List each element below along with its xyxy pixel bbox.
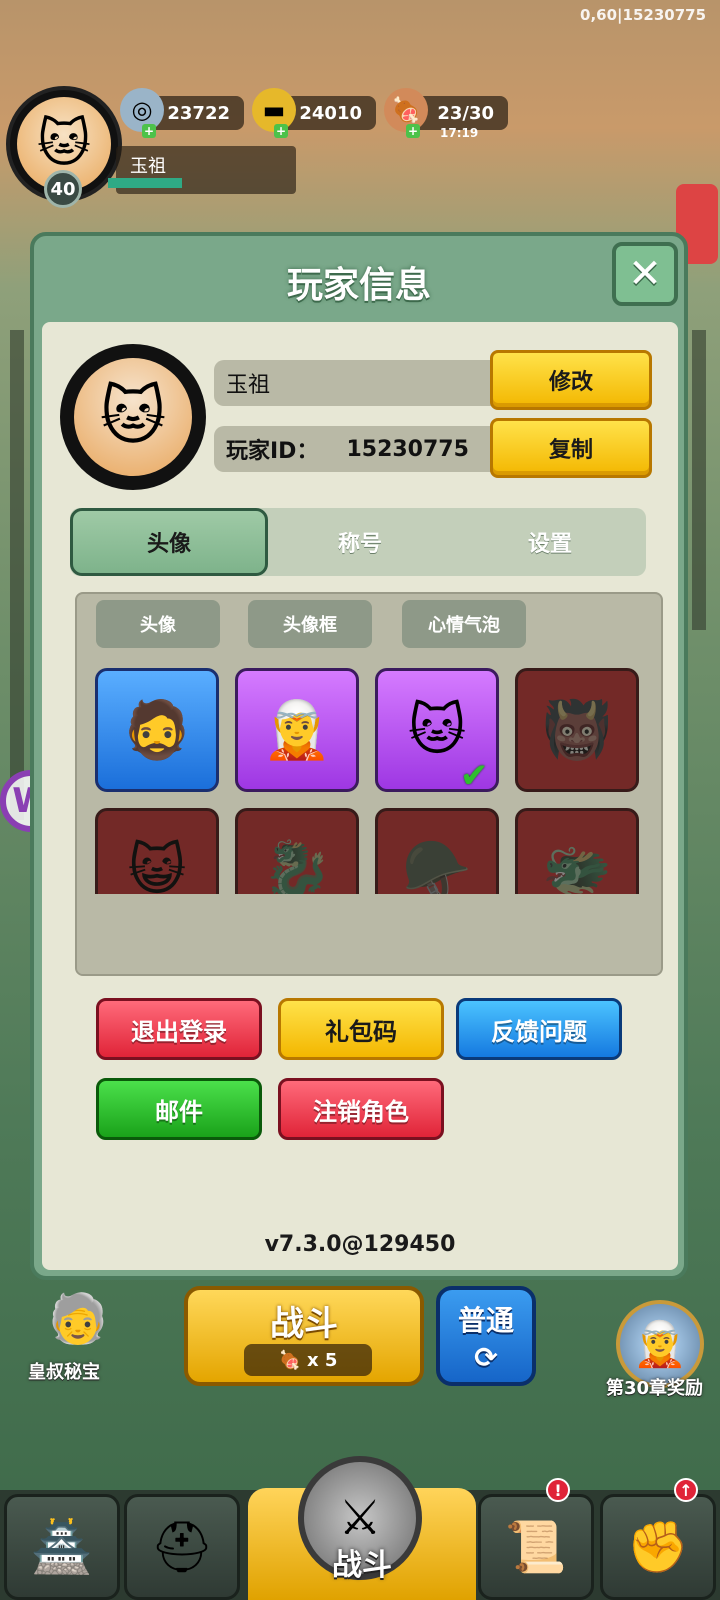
secret-treasure-label[interactable]: 皇叔秘宝 xyxy=(28,1358,100,1384)
close-icon: ✕ xyxy=(628,251,662,297)
refresh-icon: ⟳ xyxy=(474,1340,498,1374)
cat-icon: 😺 xyxy=(127,837,187,903)
avatar-option[interactable]: 🧝 xyxy=(235,668,359,792)
id-field: 玩家ID： 15230775 xyxy=(214,426,504,472)
mode-button[interactable]: 普通 ⟳ xyxy=(436,1286,536,1386)
chapter-reward-label[interactable]: 第30章奖励 xyxy=(606,1374,703,1400)
copy-button[interactable]: 复制 xyxy=(490,418,652,478)
modify-button[interactable]: 修改 xyxy=(490,350,652,410)
dialog-title: 玩家信息 xyxy=(286,265,431,306)
version-label: v7.3.0@129450 xyxy=(264,1232,456,1257)
battle-cost: 🍖 x 5 xyxy=(244,1344,372,1376)
nav-tasks[interactable]: 📜 xyxy=(478,1494,594,1600)
nav-upgrade[interactable]: ✊ xyxy=(600,1494,716,1600)
mail-button[interactable]: 邮件 xyxy=(96,1078,262,1140)
silver-value: 23722 xyxy=(167,102,230,124)
subtab-avatar-frame[interactable]: 头像框 xyxy=(248,600,372,648)
warrior-mask-icon: 👹 xyxy=(542,698,612,763)
battle-button-label: 战斗 xyxy=(270,1304,338,1344)
stamina-timer: 17:19 xyxy=(440,126,479,140)
mode-label: 普通 xyxy=(457,1303,514,1337)
close-button[interactable]: ✕ xyxy=(612,242,678,306)
left-side-panel xyxy=(10,330,24,820)
right-side-panel xyxy=(692,330,706,630)
add-gold-button[interactable]: + xyxy=(274,124,288,138)
nav-upgrade-arrow-badge: ↑ xyxy=(674,1478,698,1502)
nav-battle-label: 战斗 xyxy=(332,1548,392,1583)
add-stamina-button[interactable]: + xyxy=(406,124,420,138)
gift-code-button[interactable]: 礼包码 xyxy=(278,998,444,1060)
tab-settings[interactable]: 设置 xyxy=(456,508,644,576)
city-gate-icon: 🏯 xyxy=(30,1517,94,1576)
nav-city[interactable]: 🏯 xyxy=(4,1494,120,1600)
subtab-avatar[interactable]: 头像 xyxy=(96,600,220,648)
nav-tasks-alert-badge: ! xyxy=(546,1478,570,1502)
level-badge: 40 xyxy=(44,170,82,208)
logout-button[interactable]: 退出登录 xyxy=(96,998,262,1060)
add-silver-button[interactable]: + xyxy=(142,124,156,138)
avatar-grid-area: 🧔 🧝 🐱 👹 😺 🐉 🪖 🐲 xyxy=(75,592,663,976)
id-value: 15230775 xyxy=(346,436,469,462)
avatar-option-locked[interactable]: 👹 xyxy=(515,668,639,792)
debug-info: 0,60|15230775 xyxy=(580,6,706,24)
tab-avatar[interactable]: 头像 xyxy=(70,508,268,576)
profile-avatar[interactable]: 🐱 xyxy=(60,344,206,490)
lucky-cat-icon: 🐱 xyxy=(407,697,467,763)
fist-icon: ✊ xyxy=(626,1517,690,1576)
player-name: 玉祖 xyxy=(226,373,271,398)
grid-scroll-mask xyxy=(77,894,661,974)
stamina-value: 23/30 xyxy=(437,102,494,124)
check-icon: ✔ xyxy=(460,756,489,796)
hero-soldier-icon: 🧔 xyxy=(122,698,192,763)
xp-bar xyxy=(108,178,182,188)
name-field: 玉祖 xyxy=(214,360,504,406)
sleeping-uncle-icon[interactable]: 🧓 xyxy=(38,1290,118,1347)
id-label: 玩家ID： xyxy=(226,439,319,464)
subtab-mood-bubble[interactable]: 心情气泡 xyxy=(402,600,526,648)
tab-title[interactable]: 称号 xyxy=(266,508,454,576)
hero-mage-icon: 🧝 xyxy=(262,698,332,763)
avatar-option[interactable]: 🧔 xyxy=(95,668,219,792)
battle-cost-value: x 5 xyxy=(307,1349,338,1371)
lucky-cat-icon: 🐱 xyxy=(74,358,192,476)
scroll-icon: 📜 xyxy=(504,1517,568,1576)
nav-heroes[interactable]: ⛑ xyxy=(124,1494,240,1600)
delete-role-button[interactable]: 注销角色 xyxy=(278,1078,444,1140)
feedback-button[interactable]: 反馈问题 xyxy=(456,998,622,1060)
helmet-icon: ⛑ xyxy=(150,1517,214,1576)
gold-value: 24010 xyxy=(299,102,362,124)
meat-icon: 🍖 xyxy=(278,1349,301,1371)
